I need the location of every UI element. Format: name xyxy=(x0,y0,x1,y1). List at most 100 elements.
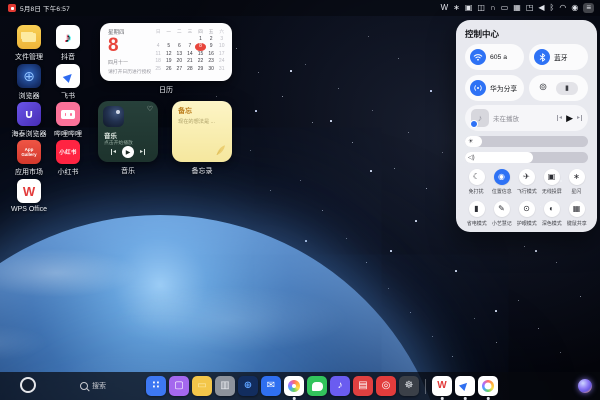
dock-huawei-browser[interactable] xyxy=(478,376,498,400)
desktop-app-xiaohongshu[interactable]: 小红书 小红书 xyxy=(56,140,80,177)
phone-battery-indicator[interactable]: ▮ xyxy=(556,81,579,95)
browser-globe-icon: ⊕ xyxy=(17,64,41,88)
calendar-day-cell: 11 xyxy=(155,50,161,57)
dock-email[interactable]: ✉ xyxy=(261,376,281,396)
dock-music[interactable]: ♪ xyxy=(330,376,350,396)
calendar-day-cell: 23 xyxy=(208,58,214,65)
toggle-ai-notes[interactable]: ✎ 小艺慧记 xyxy=(490,201,513,227)
menubar-app-icon[interactable] xyxy=(8,4,16,12)
calendar-widget[interactable]: 星期四 8 四月十一 请打开日历进行授权 日一二三四五六 1 2 3 4 5 6 7 8 9 10 1… xyxy=(100,23,232,81)
app-label: 哔哩哔哩 xyxy=(54,131,82,138)
do-not-disturb-icon: ☾ xyxy=(472,172,481,181)
dock-trash[interactable]: ▥ xyxy=(215,376,235,396)
messages-icon xyxy=(307,376,327,396)
toggle-power-saving[interactable]: ▮ 省电模式 xyxy=(465,201,488,227)
toggle-label: 免打扰 xyxy=(469,189,484,195)
wifi-icon[interactable]: ◠ xyxy=(559,4,566,12)
wps-office-icon: W xyxy=(432,376,452,396)
calendar-day-cell: 28 xyxy=(187,65,193,72)
dock-app-center[interactable]: ∷ xyxy=(146,376,166,396)
dock-desktop-widgets[interactable]: ▢ xyxy=(169,376,189,396)
toggles-row1: ☾ 免打扰 ◉ 位置信息 ✈ 飞行模式 ▣ 无线投屏 ∗ 星闪 xyxy=(465,169,588,195)
media-next-button[interactable]: ▸ xyxy=(577,115,582,121)
dock-gallery[interactable] xyxy=(284,376,304,400)
desktop-app-app-market[interactable]: App Gallery 应用市场 xyxy=(15,140,43,177)
volume-slider[interactable]: ◁) xyxy=(465,152,588,163)
control-center-icon[interactable]: ≡ xyxy=(583,3,594,13)
app-market-icon: App Gallery xyxy=(17,140,41,164)
desktop-app-feishu[interactable]: ▶ 飞书 xyxy=(56,64,80,101)
toggle-keyboard-mouse-share[interactable]: ▦ 键鼠共享 xyxy=(565,201,588,227)
dark-mode-icon: ◐ xyxy=(549,204,554,213)
volume-icon[interactable]: ◀ xyxy=(538,4,544,12)
desktop-app-wps-office[interactable]: W WPS Office xyxy=(11,179,47,213)
toggle-eye-comfort[interactable]: ⊙ 护眼模式 xyxy=(515,201,538,227)
huawei-share-tile[interactable]: 华为分享 xyxy=(465,75,524,101)
notes-widget[interactable]: 备忘 现在的想法是 ... xyxy=(172,101,232,162)
favorite-heart-icon[interactable]: ♡ xyxy=(147,105,153,113)
media-album-placeholder-icon: ♪ xyxy=(470,109,489,128)
file-manager-icon xyxy=(17,25,41,49)
toggle-dark-mode[interactable]: ◐ 深色模式 xyxy=(540,201,563,227)
dock: 搜索 ∷ ▢ ▭ ▥ ⊕ ✉ ♪ ▤ ◎ ☸ W ▶ xyxy=(0,372,600,400)
app-label: 小红书 xyxy=(57,169,79,176)
notes-widget-content: 现在的想法是 ... xyxy=(178,119,215,125)
screen-record-icon[interactable]: ◫ xyxy=(477,4,485,12)
toggle-label: 深色模式 xyxy=(541,221,562,227)
media-play-button[interactable]: ▶ xyxy=(566,113,573,123)
menubar-datetime[interactable]: 5月8日 下午6:57 xyxy=(20,3,70,13)
play-button[interactable]: ▶ xyxy=(122,146,134,158)
assistant-icon[interactable]: ∗ xyxy=(453,4,460,12)
dock-settings[interactable]: ☸ xyxy=(399,376,419,396)
screenshot-icon[interactable]: ▣ xyxy=(465,4,473,12)
bluetooth-icon[interactable]: ᛒ xyxy=(550,4,555,12)
music-widget[interactable]: ♡ 音乐 点击开始播放 ◂ ▶ ▸ xyxy=(98,101,158,162)
notes-widget-label: 备忘录 xyxy=(191,168,213,175)
next-track-button[interactable]: ▸ xyxy=(140,149,146,155)
wifi-tile[interactable]: 605 a xyxy=(465,44,524,70)
desktop-app-browser[interactable]: ⊕ 浏览器 xyxy=(17,64,41,101)
dock-books[interactable]: ▤ xyxy=(353,376,373,396)
dock-search[interactable]: 搜索 xyxy=(80,381,106,391)
calendar-day-cell: 17 xyxy=(218,50,225,57)
keyboard-icon[interactable]: ▦ xyxy=(513,4,521,12)
dock-file-manager[interactable]: ▭ xyxy=(192,376,212,396)
media-player-tile[interactable]: ♪ 未在播放 ◂ ▶ ▸ xyxy=(465,105,588,131)
calendar-grid: 日一二三四五六 1 2 3 4 5 6 7 8 9 10 11 12 13 14 15 16 17 18 19 20 21… xyxy=(153,28,227,74)
calendar-day-cell: 25 xyxy=(155,65,161,72)
wps-icon[interactable]: W xyxy=(441,4,449,12)
music-controls: ◂ ▶ ▸ xyxy=(98,146,158,158)
dock-wps-office[interactable]: W xyxy=(432,376,452,400)
toggle-airplane-mode[interactable]: ✈ 飞行模式 xyxy=(515,169,538,195)
toggle-wireless-cast[interactable]: ▣ 无线投屏 xyxy=(540,169,563,195)
wireless-cast-icon: ▣ xyxy=(547,172,556,181)
window-icon[interactable]: ▭ xyxy=(501,4,509,12)
toggle-do-not-disturb[interactable]: ☾ 免打扰 xyxy=(465,169,488,195)
device-settings-icon[interactable]: ⊚ xyxy=(539,83,547,93)
brightness-slider[interactable]: ☀ xyxy=(465,136,588,147)
pip-icon[interactable]: ◳ xyxy=(526,4,534,12)
desktop-app-bilibili[interactable]: 哔哩哔哩 xyxy=(54,102,82,139)
device-tile[interactable]: ⊚ ▮ xyxy=(529,75,588,101)
headset-icon[interactable]: ∩ xyxy=(490,4,496,12)
feishu-icon: ▶ xyxy=(455,376,475,396)
desktop-app-douyin[interactable]: ♪ 抖音 xyxy=(56,25,80,62)
dock-browser[interactable]: ⊕ xyxy=(238,376,258,396)
volume-speaker-icon: ◁) xyxy=(468,155,475,161)
toggle-nearlink[interactable]: ∗ 星闪 xyxy=(565,169,588,195)
dock-app-gallery[interactable]: ◎ xyxy=(376,376,396,396)
home-button[interactable] xyxy=(20,377,36,393)
desktop-app-file-manager[interactable]: 文件管理 xyxy=(15,25,43,62)
calendar-day-cell xyxy=(153,36,164,44)
dock-messages[interactable] xyxy=(307,376,327,396)
calendar-day-cell: 20 xyxy=(176,58,183,65)
file-manager-icon: ▭ xyxy=(192,376,212,396)
dock-feishu[interactable]: ▶ xyxy=(455,376,475,400)
toggle-location[interactable]: ◉ 位置信息 xyxy=(490,169,513,195)
assistant-orb-icon[interactable] xyxy=(578,379,592,393)
desktop-app-haitai-browser[interactable]: ∪ 海泰浏览器 xyxy=(12,102,47,139)
previous-track-button[interactable]: ◂ xyxy=(110,149,116,155)
eye-comfort-icon[interactable]: ◉ xyxy=(571,4,578,12)
bluetooth-tile[interactable]: 蓝牙 xyxy=(529,44,588,70)
media-previous-button[interactable]: ◂ xyxy=(557,115,562,121)
